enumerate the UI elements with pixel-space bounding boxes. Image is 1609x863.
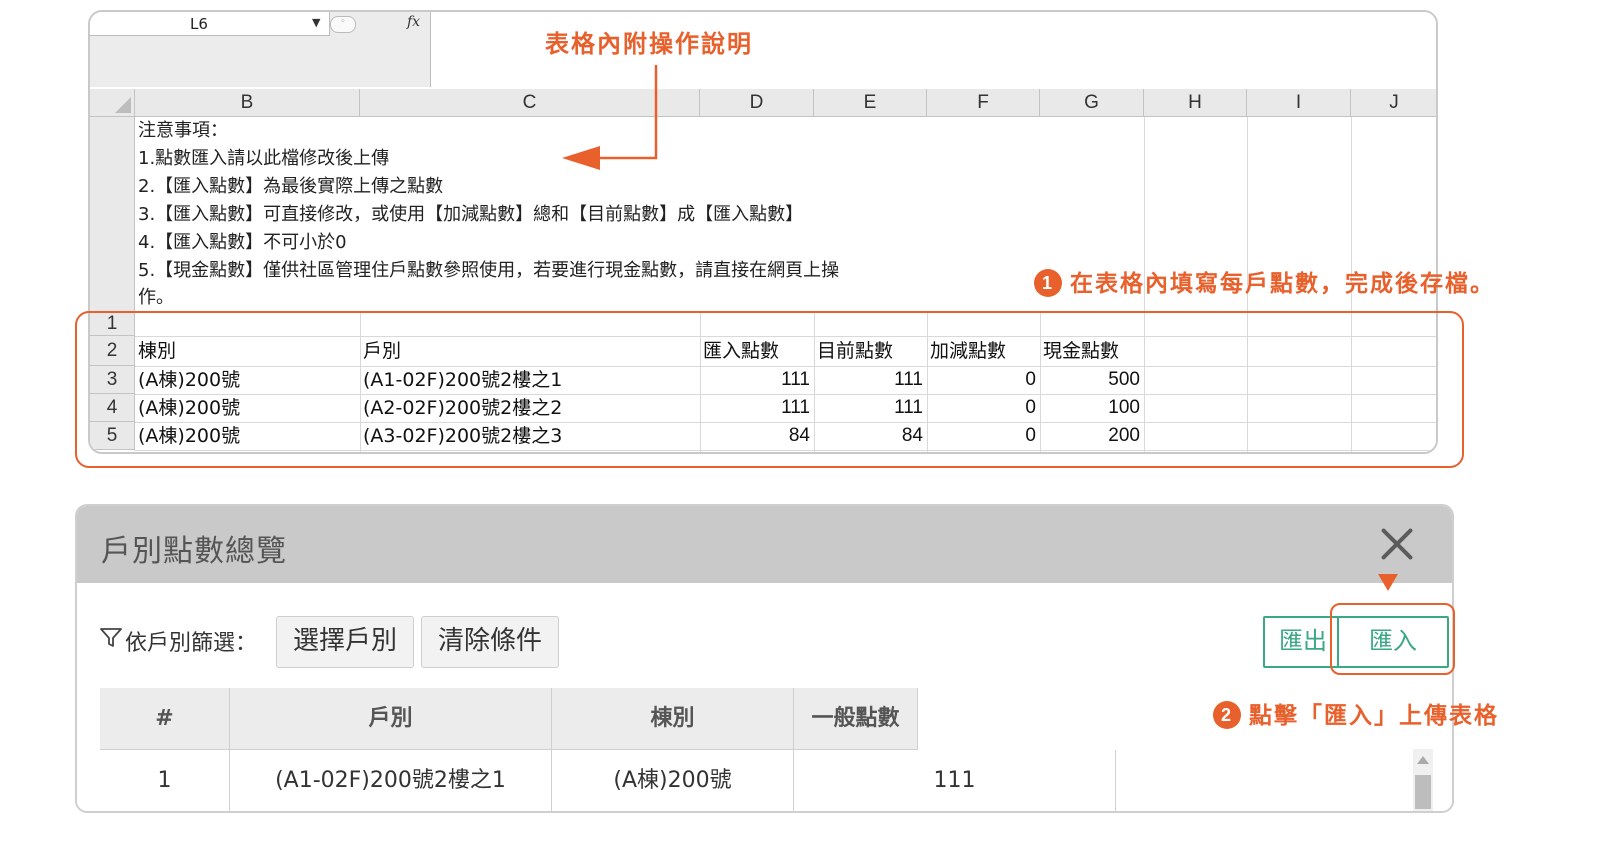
dialog-title: 戶別點數總覽 — [101, 534, 287, 569]
function-icon[interactable]: fx — [407, 14, 420, 30]
annotation-step-1: 1 在表格內填寫每戶點數，完成後存檔。 — [1034, 264, 1495, 298]
column-header-j[interactable]: J — [1351, 89, 1436, 117]
name-box[interactable]: L6 ▼ — [90, 12, 330, 36]
column-header-d[interactable]: D — [700, 89, 814, 117]
formula-bar: L6 ▼ ◦ fx — [90, 12, 1436, 87]
row-1-building: (A棟)200號 — [552, 750, 794, 811]
column-header-h[interactable]: H — [1144, 89, 1247, 117]
row-1-unit: (A1-02F)200號2樓之1 — [230, 750, 552, 811]
select-unit-button[interactable]: 選擇戶別 — [276, 616, 414, 668]
col-building-header: 棟別 — [552, 688, 794, 750]
column-header-f[interactable]: F — [927, 89, 1040, 117]
step-2-badge: 2 — [1213, 701, 1241, 729]
row-1-index: 1 — [100, 750, 230, 811]
step-1-badge: 1 — [1034, 269, 1062, 297]
table-highlight-box — [75, 311, 1464, 468]
note-line-1: 1.點數匯入請以此檔修改後上傳 — [138, 148, 390, 169]
clear-filter-button[interactable]: 清除條件 — [421, 616, 559, 668]
column-header-b[interactable]: B — [135, 89, 360, 117]
table-scrollbar[interactable] — [1413, 749, 1433, 811]
note-line-5: 5.【現金點數】僅供社區管理住戶點數參照使用，若要進行現金點數，請直接在網頁上操 — [138, 260, 840, 281]
col-points-header: 一般點數 — [794, 688, 918, 750]
scroll-up-icon[interactable] — [1417, 756, 1429, 764]
points-overview-dialog: 戶別點數總覽 依戶別篩選： 選擇戶別 清除條件 匯出 匯入 # 戶別 棟別 一般… — [75, 504, 1454, 813]
column-header-i[interactable]: I — [1247, 89, 1351, 117]
filter-label: 依戶別篩選： — [125, 631, 258, 656]
column-header-e[interactable]: E — [814, 89, 927, 117]
annotation-step-2: 2 點擊「匯入」上傳表格 — [1213, 696, 1499, 730]
step-1-text: 在表格內填寫每戶點數，完成後存檔。 — [1070, 271, 1495, 297]
select-all-icon — [115, 97, 131, 113]
arrow-down-icon — [1378, 574, 1398, 591]
col-unit-header: 戶別 — [230, 688, 552, 750]
chevron-down-icon[interactable]: ▼ — [312, 16, 320, 29]
annotation-title: 表格內附操作說明 — [545, 30, 753, 58]
dialog-header: 戶別點數總覽 — [77, 506, 1452, 583]
note-line-4: 4.【匯入點數】不可小於0 — [138, 232, 347, 253]
row-1-points: 111 — [794, 750, 1116, 811]
step-2-text: 點擊「匯入」上傳表格 — [1249, 703, 1499, 729]
row-header-notes[interactable] — [90, 117, 135, 312]
note-line-2: 2.【匯入點數】為最後實際上傳之點數 — [138, 176, 444, 197]
name-box-value: L6 — [190, 15, 208, 33]
note-line-3: 3.【匯入點數】可直接修改，或使用【加減點數】總和【目前點數】成【匯入點數】 — [138, 204, 804, 225]
select-all-corner[interactable] — [90, 89, 135, 117]
column-header-g[interactable]: G — [1040, 89, 1144, 117]
col-index-header: # — [100, 688, 230, 750]
note-heading: 注意事項： — [138, 120, 228, 141]
formula-bar-handle[interactable]: ◦ — [330, 16, 356, 33]
filter-icon — [100, 628, 122, 647]
export-button[interactable]: 匯出 — [1263, 616, 1339, 668]
column-header-c[interactable]: C — [360, 89, 700, 117]
import-highlight-box — [1330, 603, 1455, 675]
close-icon[interactable] — [1379, 526, 1415, 562]
scroll-thumb[interactable] — [1415, 775, 1431, 809]
note-line-6: 作。 — [138, 287, 174, 308]
